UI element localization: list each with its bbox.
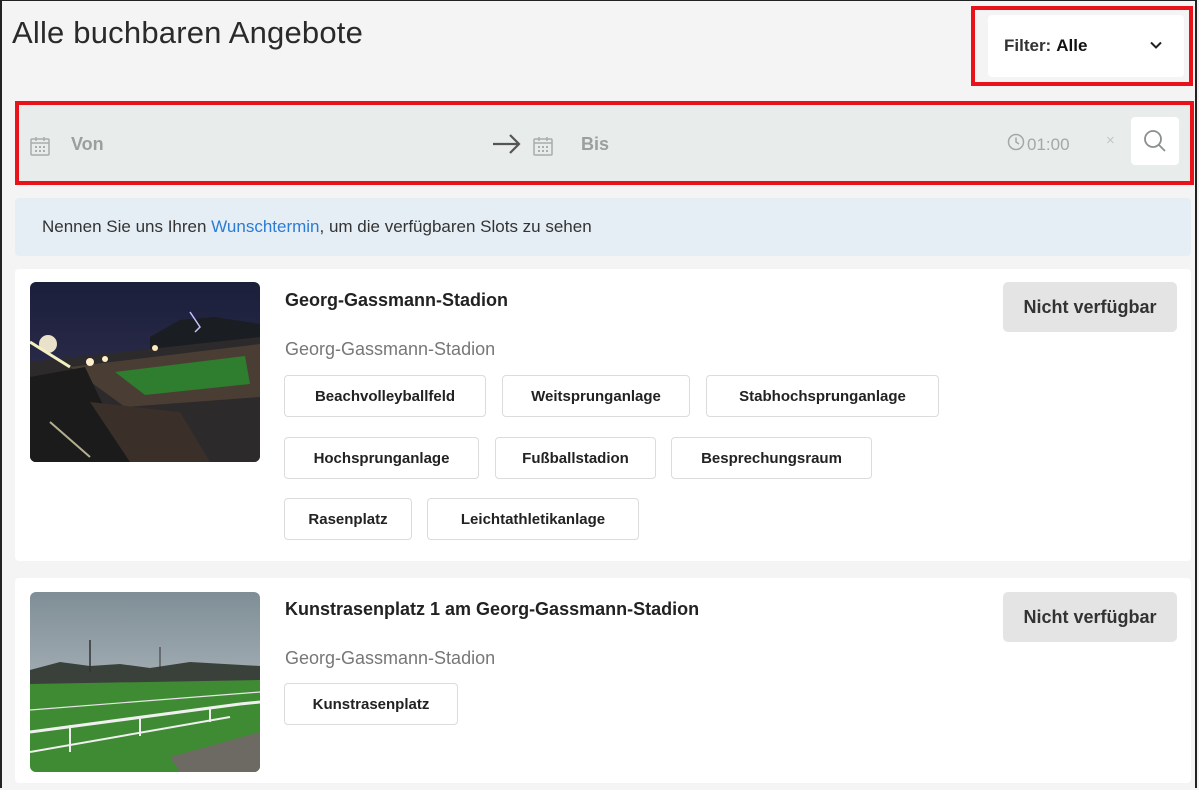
offer-card[interactable]: Kunstrasenplatz 1 am Georg-Gassmann-Stad…	[15, 578, 1191, 783]
from-date-input[interactable]: Von	[71, 134, 104, 155]
page-title: Alle buchbaren Angebote	[12, 15, 364, 50]
arrow-right-icon	[491, 132, 523, 161]
facility-tag[interactable]: Stabhochsprunganlage	[706, 375, 939, 417]
filter-label: Filter:	[1004, 36, 1052, 55]
facility-tag[interactable]: Kunstrasenplatz	[284, 683, 458, 725]
info-message: Nennen Sie uns Ihren Wunschtermin, um di…	[15, 198, 1191, 256]
availability-badge: Nicht verfügbar	[1003, 282, 1177, 332]
date-search-bar: Von Bis 01:00 ×	[19, 105, 1190, 181]
availability-badge: Nicht verfügbar	[1003, 592, 1177, 642]
offer-card[interactable]: Georg-Gassmann-Stadion Georg-Gassmann-St…	[15, 269, 1191, 561]
facility-tag[interactable]: Beachvolleyballfeld	[284, 375, 486, 417]
offer-location: Georg-Gassmann-Stadion	[285, 648, 496, 668]
offer-location: Georg-Gassmann-Stadion	[285, 339, 496, 359]
facility-tag[interactable]: Leichtathletikanlage	[427, 498, 639, 540]
facility-tag[interactable]: Weitsprunganlage	[502, 375, 690, 417]
facility-tag[interactable]: Hochsprunganlage	[284, 437, 479, 479]
artificial-turf-field-image	[30, 592, 260, 772]
to-date-input[interactable]: Bis	[581, 134, 609, 155]
info-text-before: Nennen Sie uns Ihren	[42, 217, 212, 236]
clock-icon	[1007, 133, 1025, 156]
info-text-after: , um die verfügbaren Slots zu sehen	[319, 217, 592, 236]
facility-tag[interactable]: Fußballstadion	[495, 437, 656, 479]
search-button[interactable]	[1131, 117, 1179, 165]
chevron-down-icon	[1148, 37, 1164, 58]
offer-title[interactable]: Kunstrasenplatz 1 am Georg-Gassmann-Stad…	[285, 599, 699, 620]
calendar-icon	[532, 135, 554, 162]
stadium-night-image	[30, 282, 260, 462]
search-icon	[1142, 128, 1168, 159]
offer-title[interactable]: Georg-Gassmann-Stadion	[285, 290, 508, 311]
clear-button[interactable]: ×	[1106, 132, 1115, 149]
app-frame: Alle buchbaren Angebote Filter: Alle Von	[0, 0, 1197, 788]
wunschtermin-link[interactable]: Wunschtermin	[211, 217, 319, 236]
time-value: 01:00	[1027, 134, 1070, 154]
calendar-icon	[29, 135, 51, 162]
time-input[interactable]: 01:00	[1007, 133, 1070, 156]
facility-tag[interactable]: Rasenplatz	[284, 498, 412, 540]
filter-value: Alle	[1056, 36, 1088, 55]
facility-tag[interactable]: Besprechungsraum	[671, 437, 872, 479]
filter-dropdown[interactable]: Filter: Alle	[988, 15, 1184, 77]
